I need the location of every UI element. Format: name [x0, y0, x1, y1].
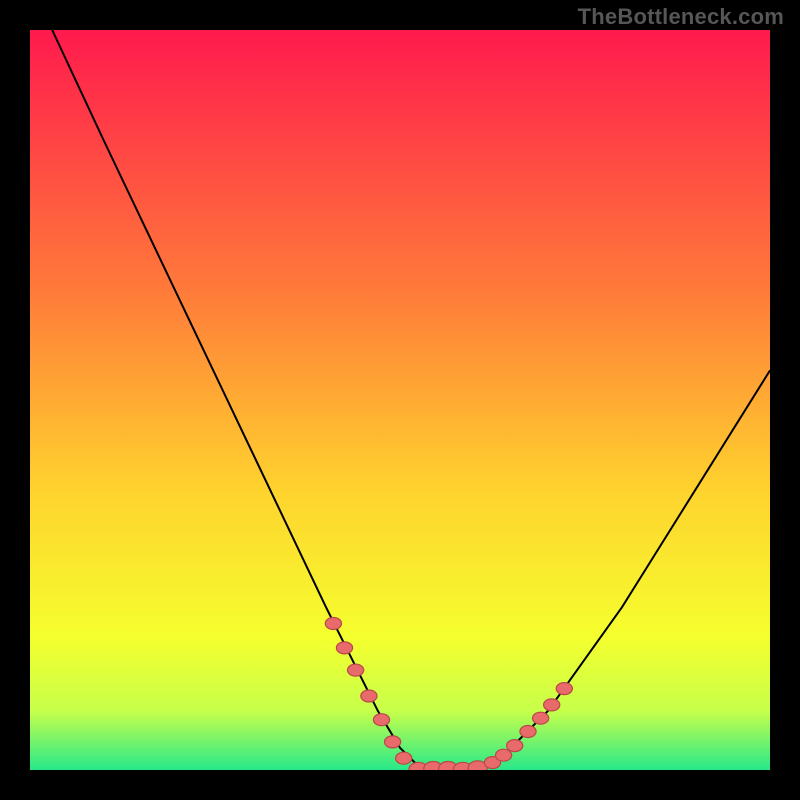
data-marker [336, 642, 352, 654]
chart-frame: TheBottleneck.com [0, 0, 800, 800]
bottleneck-plot [30, 30, 770, 770]
plot-background [30, 30, 770, 770]
data-marker [507, 740, 523, 752]
data-marker [496, 749, 512, 761]
watermark-text: TheBottleneck.com [578, 4, 784, 30]
data-marker [556, 683, 572, 695]
data-marker [373, 714, 389, 726]
data-marker [361, 690, 377, 702]
data-marker [544, 699, 560, 711]
data-marker [385, 736, 401, 748]
data-marker [325, 618, 341, 630]
data-marker [533, 712, 549, 724]
data-marker [396, 752, 412, 764]
data-marker [348, 664, 364, 676]
data-marker [520, 726, 536, 738]
